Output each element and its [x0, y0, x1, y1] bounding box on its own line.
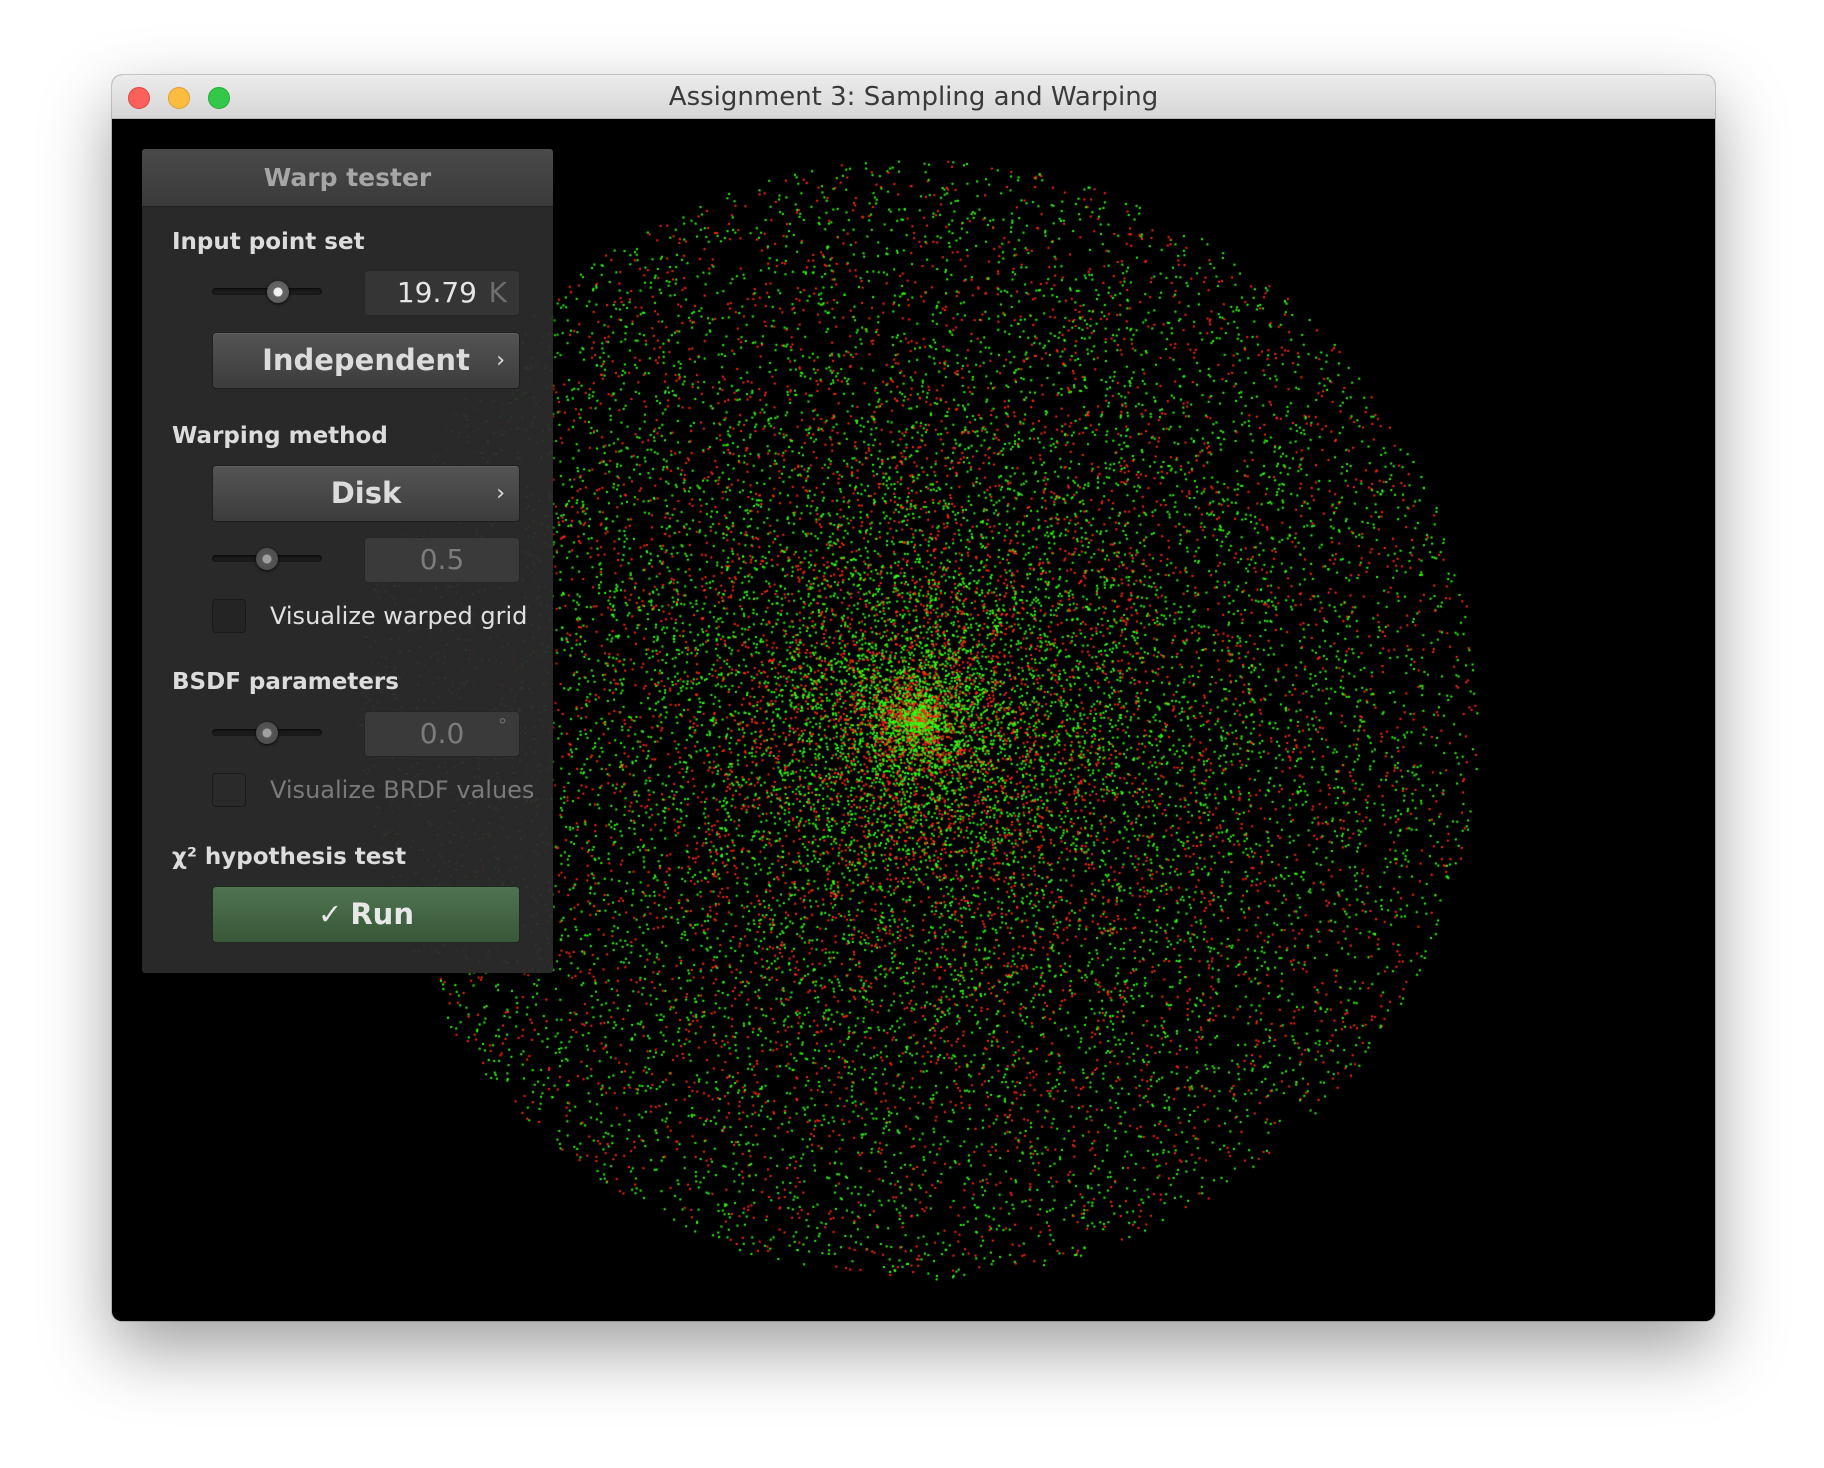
bsdf-angle-value: 0.0	[419, 717, 465, 750]
run-label: Run	[350, 897, 414, 931]
hypothesis-test-label: χ² hypothesis test	[172, 844, 407, 870]
degree-unit: °	[498, 715, 507, 736]
slider-knob[interactable]	[256, 722, 278, 744]
slider-knob[interactable]	[267, 281, 289, 303]
visualize-brdf-label[interactable]: Visualize BRDF values	[270, 776, 534, 804]
warping-method-value: Disk	[330, 476, 402, 510]
bsdf-angle-field[interactable]: 0.0 °	[364, 711, 520, 757]
run-test-button[interactable]: ✓ Run	[212, 886, 520, 943]
point-count-value: 19.79	[396, 276, 477, 309]
bsdf-angle-slider[interactable]	[212, 715, 322, 751]
slider-knob[interactable]	[256, 548, 278, 570]
point-cloud-viewport[interactable]: Warp tester Input point set 19.79 K Inde…	[112, 119, 1715, 1321]
warping-method-label: Warping method	[172, 423, 388, 449]
window-title: Assignment 3: Sampling and Warping	[668, 82, 1159, 112]
point-count-unit: K	[488, 276, 507, 309]
bsdf-parameters-label: BSDF parameters	[172, 669, 399, 695]
point-count-field[interactable]: 19.79 K	[364, 270, 520, 316]
warp-parameter-field[interactable]: 0.5	[364, 537, 520, 583]
input-point-set-label: Input point set	[172, 229, 365, 255]
title-bar[interactable]: Assignment 3: Sampling and Warping	[112, 75, 1715, 119]
chevron-right-icon: ›	[496, 348, 505, 373]
visualize-grid-checkbox[interactable]	[212, 599, 246, 633]
warp-parameter-slider[interactable]	[212, 541, 322, 577]
sampler-label: Independent	[262, 343, 470, 377]
app-window: Assignment 3: Sampling and Warping Warp …	[112, 75, 1715, 1321]
warp-parameter-value: 0.5	[419, 543, 465, 576]
point-count-slider[interactable]	[212, 274, 322, 310]
sampler-popup-button[interactable]: Independent ›	[212, 332, 520, 389]
chevron-right-icon: ›	[496, 481, 505, 506]
warp-tester-panel: Warp tester Input point set 19.79 K Inde…	[142, 149, 553, 973]
panel-title[interactable]: Warp tester	[142, 149, 553, 207]
visualize-brdf-checkbox[interactable]	[212, 773, 246, 807]
visualize-grid-label[interactable]: Visualize warped grid	[270, 602, 527, 630]
checkmark-icon: ✓	[318, 897, 343, 931]
warping-method-popup-button[interactable]: Disk ›	[212, 465, 520, 522]
